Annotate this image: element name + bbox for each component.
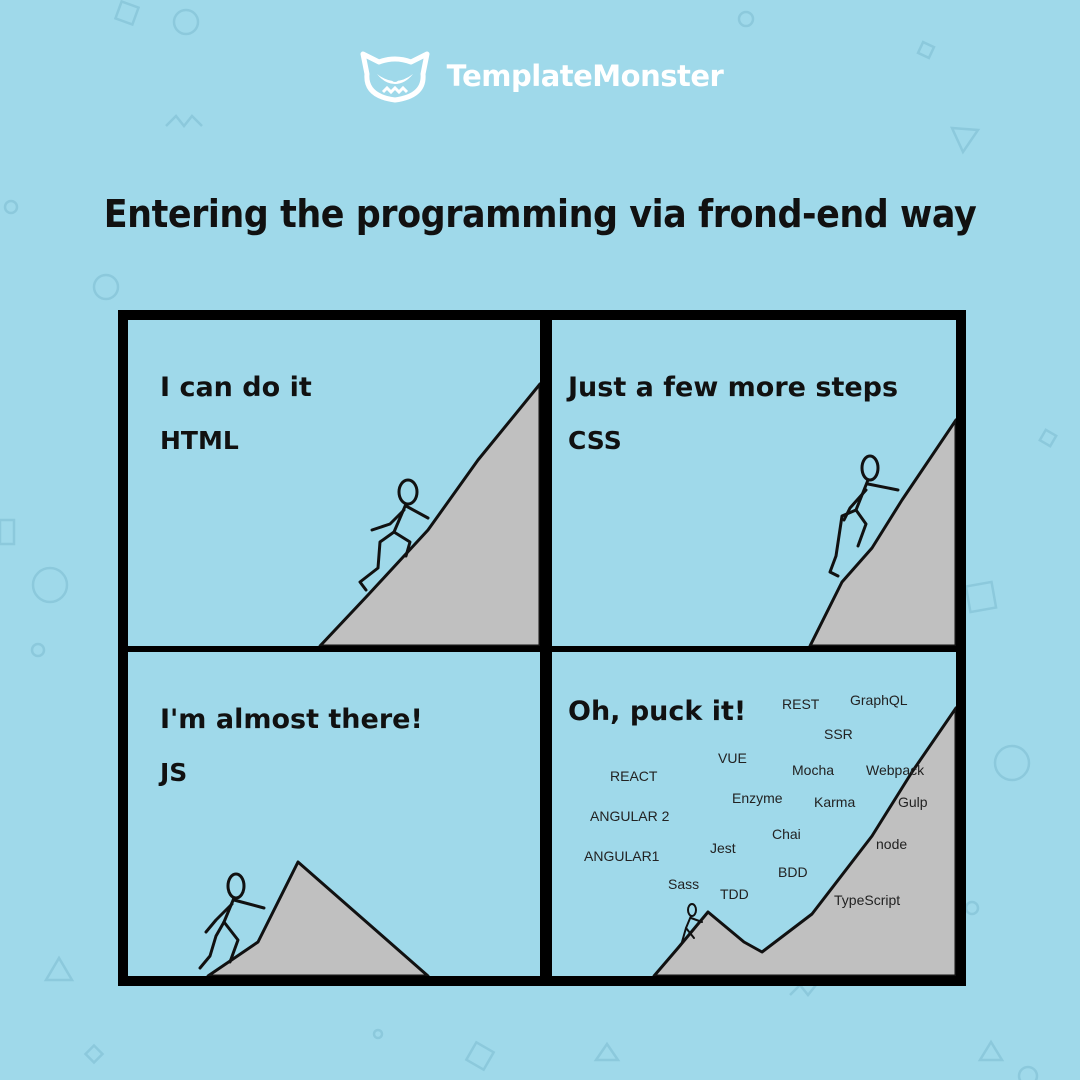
- mountain-illustration: [808, 418, 956, 646]
- brand-header: TemplateMonster: [0, 48, 1080, 104]
- page-title: Entering the programming via frond-end w…: [103, 192, 977, 236]
- tech-tag: Enzyme: [732, 790, 783, 806]
- tech-tag: Mocha: [792, 762, 835, 778]
- comic-grid: I can do it HTML Just a few more steps C…: [118, 310, 966, 986]
- tech-tag: node: [876, 836, 908, 852]
- tech-tag: Gulp: [898, 794, 928, 810]
- tech-tag: Jest: [710, 840, 736, 856]
- panel-tech-label: HTML: [160, 426, 239, 455]
- tech-tag: VUE: [718, 750, 747, 766]
- tech-tag: Webpack: [866, 762, 925, 778]
- tech-tag: ANGULAR 2: [590, 808, 670, 824]
- tech-tag: Chai: [772, 826, 801, 842]
- tech-tag: BDD: [778, 864, 808, 880]
- tech-tag: GraphQL: [850, 692, 908, 708]
- panel-caption: I'm almost there!: [160, 704, 423, 735]
- tech-tag: SSR: [824, 726, 853, 742]
- meme-canvas: TemplateMonster Entering the programming…: [0, 0, 1080, 1080]
- monster-cat-icon: [360, 51, 430, 103]
- panel-css: Just a few more steps CSS: [552, 320, 956, 646]
- panel-caption: Just a few more steps: [568, 372, 899, 403]
- panel-everything: Oh, puck it! REST GraphQL SSR VUE REACT …: [552, 652, 956, 976]
- panel-tech-label: JS: [160, 758, 188, 787]
- panel-tech-label: CSS: [568, 426, 622, 455]
- tech-tag: Karma: [814, 794, 856, 810]
- panel-html: I can do it HTML: [128, 320, 540, 646]
- tech-tag: REST: [782, 696, 820, 712]
- tech-tag: TypeScript: [834, 892, 901, 908]
- mountain-illustration: [198, 860, 430, 976]
- tech-tag: Sass: [668, 876, 700, 892]
- tech-tag: ANGULAR1: [584, 848, 660, 864]
- brand-name: TemplateMonster: [446, 59, 724, 93]
- mountain-illustration: [318, 382, 540, 646]
- panel-caption: Oh, puck it!: [568, 696, 747, 727]
- tech-tag: REACT: [610, 768, 658, 784]
- panel-js: I'm almost there! JS: [128, 652, 540, 976]
- tech-tag: TDD: [720, 886, 749, 902]
- panel-caption: I can do it: [160, 372, 312, 403]
